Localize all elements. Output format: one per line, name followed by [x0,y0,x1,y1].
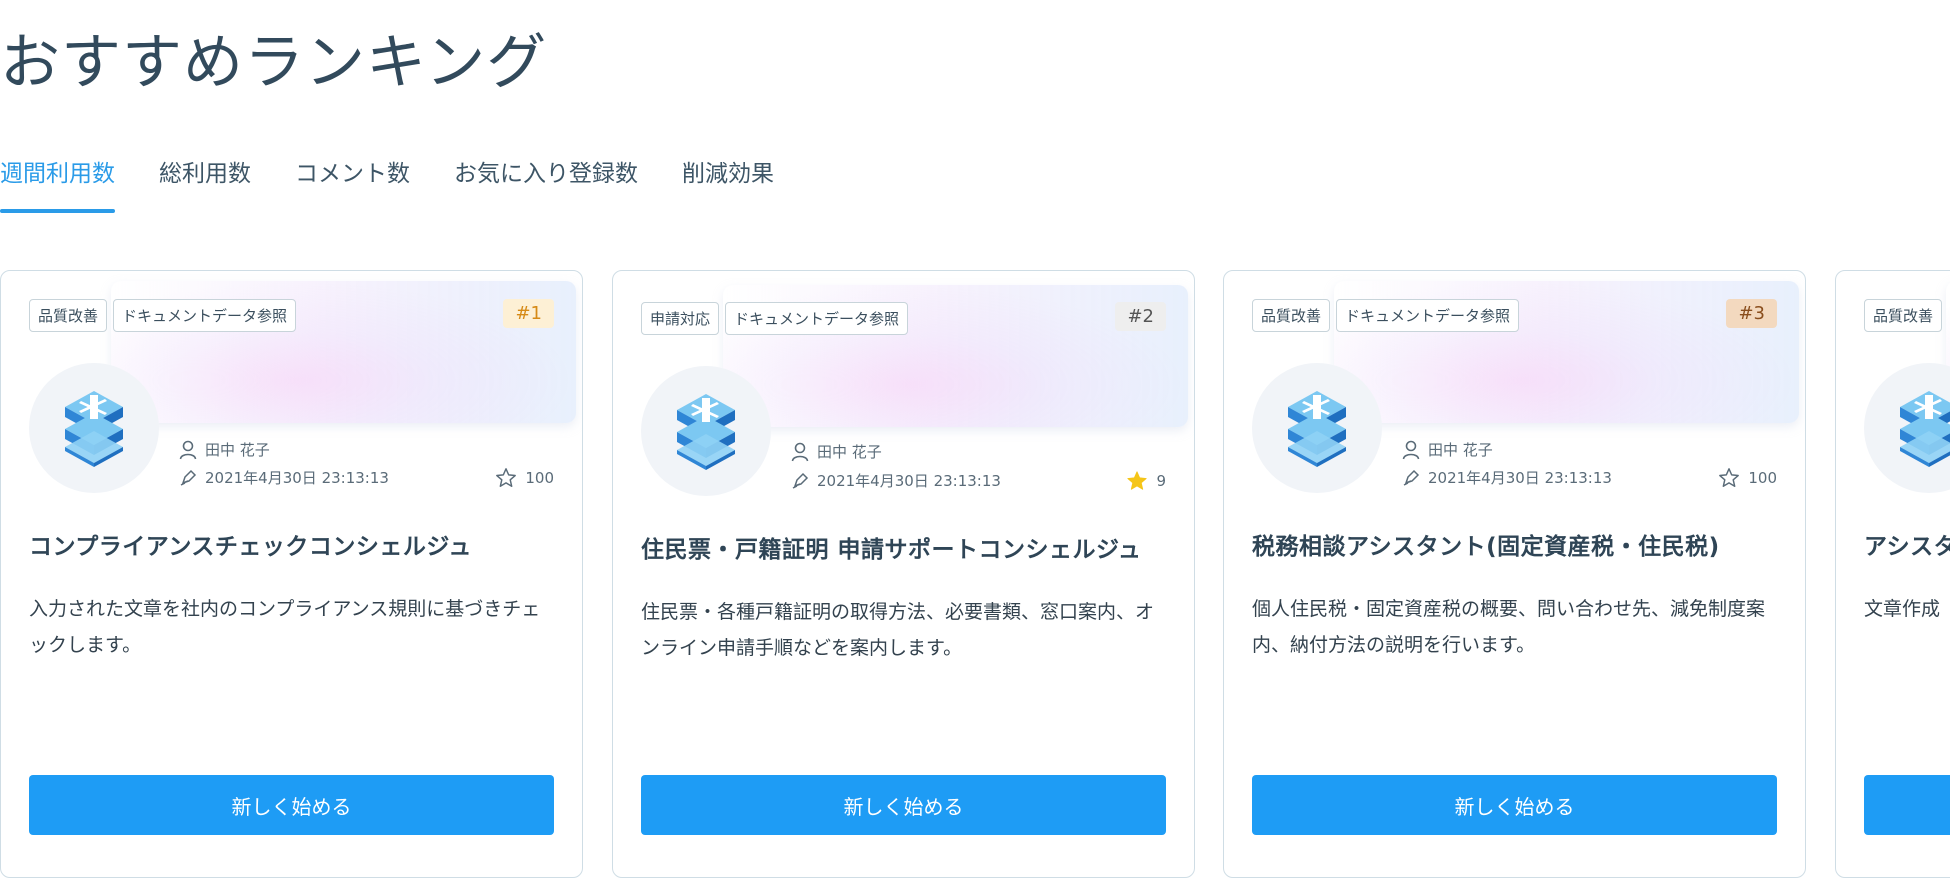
stacked-cube-logo-icon [677,394,735,470]
card-title: 税務相談アシスタント(固定資産税・住民税) [1252,534,1720,560]
start-new-button[interactable]: 新しく始める [641,775,1166,835]
star-filled-icon[interactable] [1126,470,1148,492]
tag: ドキュメントデータ参照 [725,302,909,335]
rank-badge: #1 [503,299,554,328]
tab-comment-count[interactable]: コメント数 [295,150,410,214]
user-icon [179,440,197,459]
favorite-count-value: 100 [525,469,554,487]
page-title: おすすめランキング [0,28,548,98]
card-title: コンプライアンスチェックコンシェルジュ [29,534,472,560]
user-icon [1402,440,1420,459]
author-name: 田中 花子 [1428,441,1493,459]
tag: ドキュメントデータ参照 [1336,299,1520,332]
assistant-avatar [29,363,159,493]
author-row: 田中 花子 [179,439,270,460]
card-description: 入力された文章を社内のコンプライアンス規則に基づきチェックします。 [29,598,541,656]
author-row: 田中 花子 [791,441,882,462]
tag: ドキュメントデータ参照 [113,299,297,332]
assistant-avatar [1252,363,1382,493]
favorite-count-value: 100 [1748,469,1777,487]
card-description: 個人住民税・固定資産税の概要、問い合わせ先、減免制度案内、納付方法の説明を行いま… [1252,598,1766,656]
favorite-count-value: 9 [1156,472,1166,490]
tag: 品質改善 [1252,299,1331,332]
star-outline-icon[interactable] [495,467,517,489]
ranking-card[interactable]: 申請対応 ドキュメントデータ参照 #2 田中 花子 2021年4月30日 23:… [612,270,1195,878]
tag: 品質改善 [29,299,108,332]
author-name: 田中 花子 [817,443,882,461]
ranking-card[interactable]: 品質改善 アシスタ 文章作成 [1835,270,1950,878]
date-row: 2021年4月30日 23:13:13 [791,470,1001,491]
ranking-tabs: 週間利用数 総利用数 コメント数 お気に入り登録数 削減効果 [0,150,818,214]
stacked-cube-logo-icon [1288,391,1346,467]
tab-favorites-count[interactable]: お気に入り登録数 [454,150,638,214]
tab-weekly-usage[interactable]: 週間利用数 [0,150,115,214]
favorite-count[interactable]: 9 [1126,470,1166,492]
edit-icon [180,469,197,486]
ranking-card[interactable]: 品質改善 ドキュメントデータ参照 #3 田中 花子 2021年4月30日 23:… [1223,270,1806,878]
start-new-button[interactable]: 新しく始める [29,775,554,835]
card-title: アシスタ [1864,534,1950,560]
author-row: 田中 花子 [1402,439,1493,460]
start-new-button[interactable] [1864,775,1950,835]
rank-badge: #3 [1726,299,1777,328]
tag: 申請対応 [641,302,720,335]
ranking-card-list: 品質改善 ドキュメントデータ参照 #1 田中 花子 2021年4月30日 23:… [0,270,1950,878]
updated-date: 2021年4月30日 23:13:13 [817,472,1001,490]
card-description: 文章作成 [1864,598,1941,620]
stacked-cube-logo-icon [1900,391,1950,467]
start-new-button[interactable]: 新しく始める [1252,775,1777,835]
star-outline-icon[interactable] [1718,467,1740,489]
date-row: 2021年4月30日 23:13:13 [1402,467,1612,488]
tab-reduction-effect[interactable]: 削減効果 [682,150,774,214]
updated-date: 2021年4月30日 23:13:13 [205,469,389,487]
card-description: 住民票・各種戸籍証明の取得方法、必要書類、窓口案内、オンライン申請手順などを案内… [641,601,1155,659]
edit-icon [792,472,809,489]
updated-date: 2021年4月30日 23:13:13 [1428,469,1612,487]
tag-list: 品質改善 [1864,299,1943,332]
card-title: 住民票・戸籍証明 申請サポートコンシェルジュ [641,537,1142,563]
tag-list: 申請対応 ドキュメントデータ参照 [641,302,909,335]
tag-list: 品質改善 ドキュメントデータ参照 [1252,299,1520,332]
edit-icon [1403,469,1420,486]
favorite-count[interactable]: 100 [495,467,554,489]
author-name: 田中 花子 [205,441,270,459]
assistant-avatar [641,366,771,496]
stacked-cube-logo-icon [65,391,123,467]
date-row: 2021年4月30日 23:13:13 [179,467,389,488]
tab-total-usage[interactable]: 総利用数 [159,150,251,214]
favorite-count[interactable]: 100 [1718,467,1777,489]
ranking-card[interactable]: 品質改善 ドキュメントデータ参照 #1 田中 花子 2021年4月30日 23:… [0,270,583,878]
user-icon [791,442,809,461]
tag-list: 品質改善 ドキュメントデータ参照 [29,299,297,332]
rank-badge: #2 [1115,302,1166,331]
tag: 品質改善 [1864,299,1943,332]
assistant-avatar [1864,363,1950,493]
